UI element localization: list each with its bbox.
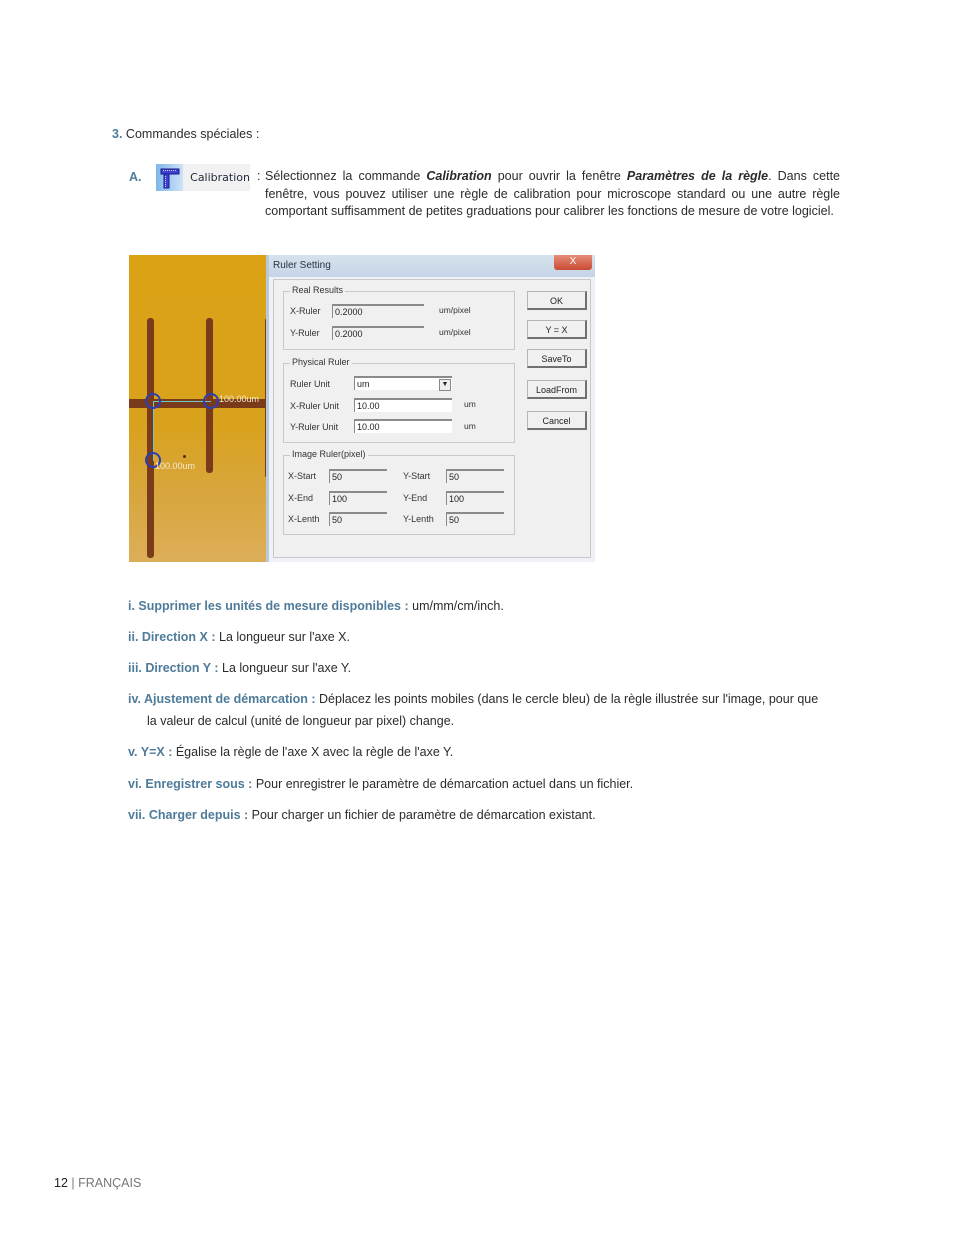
item-a-bold-1: Calibration: [426, 169, 492, 183]
item-a-letter: A.: [129, 170, 142, 184]
section-number: 3.: [112, 127, 123, 141]
y-end-field[interactable]: 100: [446, 491, 504, 505]
list-item-text: Déplacez les points mobiles (dans le cer…: [315, 692, 819, 706]
close-button[interactable]: X: [554, 255, 592, 270]
list-item-lead: iv. Ajustement de démarcation :: [128, 692, 316, 706]
footer-language: FRANÇAIS: [78, 1176, 142, 1190]
x-start-field[interactable]: 50: [329, 469, 387, 483]
microscope-image: 100.00um 100.00um: [129, 255, 270, 562]
ruler-setting-dialog: Ruler Setting X Real Results X-Ruler 0.2…: [266, 255, 595, 562]
y-equals-x-button[interactable]: Y = X: [527, 320, 587, 339]
section-heading: 3. Commandes spéciales :: [112, 127, 259, 141]
physical-ruler-legend: Physical Ruler: [290, 357, 352, 367]
ruler-unit-value: um: [357, 379, 370, 389]
dialog-body: Real Results X-Ruler 0.2000 um/pixel Y-R…: [273, 279, 591, 558]
y-ruler-unit-label: Y-Ruler Unit: [290, 422, 339, 432]
dialog-title: Ruler Setting: [273, 260, 331, 271]
save-to-button[interactable]: SaveTo: [527, 349, 587, 368]
y-end-label: Y-End: [403, 493, 428, 503]
x-length-field[interactable]: 50: [329, 512, 387, 526]
x-end-field[interactable]: 100: [329, 491, 387, 505]
list-item-lead: ii. Direction X :: [128, 630, 216, 644]
list-item-lead: vii. Charger depuis :: [128, 808, 249, 822]
y-measure-label: 100.00um: [155, 461, 196, 471]
x-ruler-field[interactable]: 0.2000: [332, 304, 424, 318]
page-number: 12: [54, 1176, 68, 1190]
item-a-text-1: Sélectionnez la commande: [265, 169, 427, 183]
real-results-group: Real Results X-Ruler 0.2000 um/pixel Y-R…: [283, 285, 515, 350]
calibration-button[interactable]: Calibration: [156, 164, 250, 191]
list-item-text: Pour charger un fichier de paramètre de …: [248, 808, 596, 822]
list-item-lead: iii. Direction Y :: [128, 661, 219, 675]
chevron-down-icon[interactable]: ▼: [439, 379, 451, 391]
item-a-body: Sélectionnez la commande Calibration pou…: [257, 168, 840, 221]
list-item-text: Égalise la règle de l'axe X avec la règl…: [172, 745, 454, 759]
cancel-button[interactable]: Cancel: [527, 411, 587, 430]
page-footer: 12 | FRANÇAIS: [54, 1176, 141, 1190]
y-length-field[interactable]: 50: [446, 512, 504, 526]
ruler-square-icon: [156, 164, 184, 191]
section-title: Commandes spéciales :: [125, 127, 260, 141]
item-a-description: : Sélectionnez la commande Calibration p…: [257, 168, 840, 221]
y-ruler-unit: um/pixel: [439, 327, 471, 337]
ruler-point-handle[interactable]: [145, 393, 161, 409]
list-item-lead: i. Supprimer les unités de mesure dispon…: [128, 599, 409, 613]
x-start-label: X-Start: [288, 471, 317, 481]
x-ruler-label: X-Ruler: [290, 306, 321, 316]
list-item-text: um/mm/cm/inch.: [408, 599, 504, 613]
ruler-setting-screenshot: 100.00um 100.00um Ruler Setting X Real R…: [129, 255, 595, 562]
ruler-point-handle[interactable]: [203, 393, 219, 409]
image-ruler-legend: Image Ruler(pixel): [290, 449, 368, 459]
y-ruler-label: Y-Ruler: [290, 328, 320, 338]
item-a-colon: :: [257, 169, 261, 183]
real-results-legend: Real Results: [290, 285, 346, 295]
list-item-text: La longueur sur l'axe Y.: [218, 661, 352, 675]
footer-separator: |: [67, 1176, 79, 1190]
y-ruler-field[interactable]: 0.2000: [332, 326, 424, 340]
ruler-unit-select[interactable]: um ▼: [354, 376, 452, 391]
list-item: vi. Enregistrer sous : Pour enregistrer …: [128, 773, 840, 795]
item-a-bold-2: Paramètres de la règle: [626, 169, 769, 183]
item-a-text-2: pour ouvrir la fenêtre: [491, 169, 627, 183]
list-item-text: La longueur sur l'axe X.: [215, 630, 350, 644]
list-item-text: Pour enregistrer le paramètre de démarca…: [252, 777, 634, 791]
x-measure-label: 100.00um: [219, 394, 260, 404]
y-length-label: Y-Lenth: [403, 514, 434, 524]
calibration-button-label: Calibration: [190, 171, 250, 184]
x-end-label: X-End: [288, 493, 314, 503]
list-item: ii. Direction X : La longueur sur l'axe …: [128, 626, 840, 648]
y-ruler-unit-field[interactable]: 10.00: [354, 419, 452, 433]
ruler-unit-label: Ruler Unit: [290, 379, 331, 389]
load-from-button[interactable]: LoadFrom: [527, 380, 587, 399]
list-item: vii. Charger depuis : Pour charger un fi…: [128, 804, 840, 826]
y-start-label: Y-Start: [403, 471, 431, 481]
y-ruler-unit-unit: um: [464, 421, 476, 431]
list-item-continuation: la valeur de calcul (unité de longueur p…: [147, 714, 455, 728]
dot: [183, 455, 186, 458]
list-item: iii. Direction Y : La longueur sur l'axe…: [128, 657, 840, 679]
image-ruler-group: Image Ruler(pixel) X-Start 50 X-End 100 …: [283, 449, 515, 535]
list-item-lead: vi. Enregistrer sous :: [128, 777, 253, 791]
ok-button[interactable]: OK: [527, 291, 587, 310]
y-start-field[interactable]: 50: [446, 469, 504, 483]
physical-ruler-group: Physical Ruler Ruler Unit um ▼ X-Ruler U…: [283, 357, 515, 443]
x-ruler-unit-field[interactable]: 10.00: [354, 398, 452, 412]
list-item: iv. Ajustement de démarcation : Déplacez…: [128, 688, 840, 732]
x-ruler-unit-unit: um: [464, 399, 476, 409]
list-item: i. Supprimer les unités de mesure dispon…: [128, 595, 840, 617]
list-item-lead: v. Y=X :: [128, 745, 173, 759]
list-item: v. Y=X : Égalise la règle de l'axe X ave…: [128, 741, 840, 763]
x-length-label: X-Lenth: [288, 514, 320, 524]
dialog-titlebar: Ruler Setting: [269, 255, 595, 277]
x-ruler-unit: um/pixel: [439, 305, 471, 315]
x-ruler-unit-label: X-Ruler Unit: [290, 401, 340, 411]
